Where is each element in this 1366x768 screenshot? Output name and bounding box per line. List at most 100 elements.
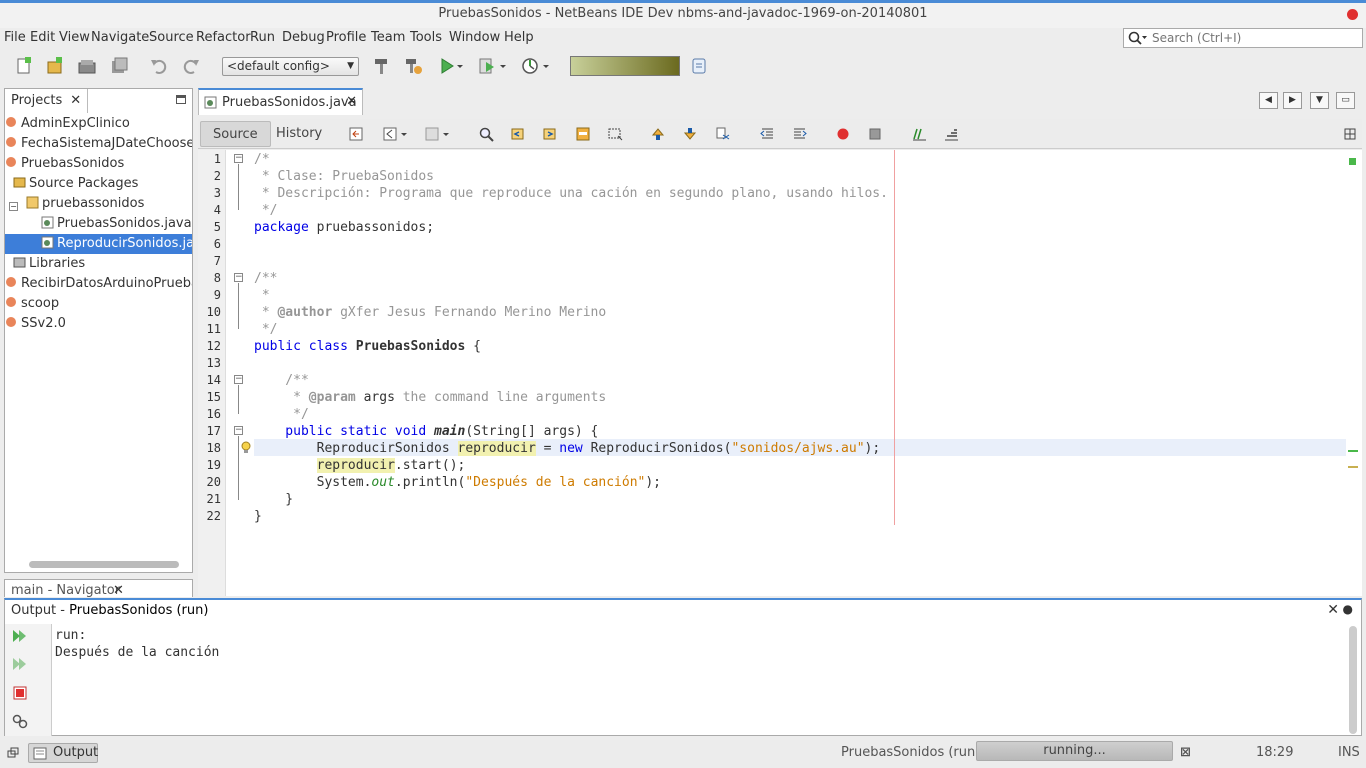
cancel-task-icon[interactable]: ⊠ <box>1180 745 1191 760</box>
close-icon[interactable]: ✕ <box>113 583 124 598</box>
menu-team[interactable]: Team <box>371 30 405 45</box>
shift-left-icon[interactable] <box>759 126 776 142</box>
tree-item-source-packages[interactable]: Source Packages <box>13 174 192 194</box>
close-icon[interactable]: ✕ <box>70 93 81 108</box>
menu-source[interactable]: Source <box>149 30 194 45</box>
toggle-highlight-icon[interactable] <box>575 126 592 142</box>
minimize-panel-button[interactable] <box>176 95 186 104</box>
tree-item-fechasistema[interactable]: FechaSistemaJDateChooser <box>5 134 192 154</box>
config-select[interactable]: <default config> ▼ <box>222 57 359 76</box>
menu-navigate[interactable]: Navigate <box>91 30 149 45</box>
fold-toggle[interactable]: − <box>234 375 243 384</box>
close-window-button[interactable] <box>1347 9 1358 20</box>
last-edit-icon[interactable] <box>348 126 365 142</box>
tree-item-ssv2[interactable]: SSv2.0 <box>5 314 192 334</box>
split-editor-icon[interactable] <box>1342 126 1359 142</box>
restore-window-icon[interactable] <box>7 747 20 759</box>
comment-icon[interactable] <box>911 126 928 142</box>
back-icon[interactable] <box>382 126 399 142</box>
menu-edit[interactable]: Edit <box>30 30 55 45</box>
back-dropdown-icon[interactable] <box>400 126 409 142</box>
projects-tab[interactable]: Projects ✕ <box>5 89 89 113</box>
vertical-scrollbar[interactable] <box>1349 626 1357 734</box>
progress-bar[interactable]: running... <box>976 741 1173 761</box>
redo-icon[interactable] <box>181 56 201 76</box>
horizontal-scrollbar[interactable] <box>29 561 179 568</box>
code-content[interactable]: /* * Clase: PruebaSonidos * Descripción:… <box>254 150 888 524</box>
uncomment-icon[interactable] <box>943 126 960 142</box>
editor-tab-pruebassonidos[interactable]: PruebasSonidos.java ✕ <box>198 88 363 115</box>
fold-toggle[interactable]: − <box>234 426 243 435</box>
tree-item-pruebassonidos[interactable]: PruebasSonidos <box>5 154 192 174</box>
close-icon[interactable]: ✕ <box>346 94 357 109</box>
menu-window[interactable]: Window <box>449 30 500 45</box>
gc-icon[interactable] <box>689 56 709 76</box>
stop-icon[interactable] <box>12 685 28 701</box>
occurrence-marker[interactable] <box>1348 450 1358 452</box>
menu-debug[interactable]: Debug <box>282 30 325 45</box>
running-task-label[interactable]: PruebasSonidos (run) <box>841 745 980 760</box>
search-box[interactable] <box>1123 28 1363 48</box>
new-project-icon[interactable] <box>45 56 65 76</box>
code-editor[interactable]: 1 2 3 4 5 6 7 8 9 10 11 12 13 14 15 16 1… <box>198 150 1362 596</box>
forward-dropdown-icon[interactable] <box>442 126 451 142</box>
rerun-with-settings-icon[interactable] <box>11 656 29 672</box>
tab-history[interactable]: History <box>264 121 334 147</box>
collapse-icon[interactable]: − <box>9 202 18 211</box>
open-project-icon[interactable] <box>77 56 97 76</box>
tree-item-libraries[interactable]: Libraries <box>13 254 192 274</box>
maximize-window-button[interactable]: ▭ <box>1336 92 1355 109</box>
debug-dropdown-icon[interactable] <box>498 56 508 76</box>
close-icon[interactable]: ✕ <box>1327 602 1339 618</box>
fold-toggle[interactable]: − <box>234 154 243 163</box>
undo-icon[interactable] <box>149 56 169 76</box>
profile-icon[interactable] <box>520 56 540 76</box>
error-stripe[interactable] <box>1348 150 1358 596</box>
start-macro-recording-icon[interactable] <box>835 126 852 142</box>
shift-right-icon[interactable] <box>791 126 808 142</box>
scroll-tabs-right-button[interactable]: ▶ <box>1283 92 1302 109</box>
menu-tools[interactable]: Tools <box>410 30 442 45</box>
lightbulb-hint-icon[interactable] <box>241 441 251 455</box>
menu-run[interactable]: Run <box>250 30 275 45</box>
menu-refactor[interactable]: Refactor <box>196 30 251 45</box>
tree-item-pruebassonidos-java[interactable]: PruebasSonidos.java <box>41 214 192 234</box>
toggle-bookmark-icon[interactable] <box>714 126 731 142</box>
memory-indicator[interactable] <box>570 56 680 76</box>
toggle-rectangular-selection-icon[interactable] <box>607 126 624 142</box>
menu-file[interactable]: File <box>4 30 26 45</box>
show-opened-documents-button[interactable]: ▼ <box>1310 92 1329 109</box>
find-icon[interactable] <box>478 126 495 142</box>
menu-view[interactable]: View <box>59 30 90 45</box>
next-bookmark-icon[interactable] <box>682 126 699 142</box>
profile-dropdown-icon[interactable] <box>541 56 551 76</box>
new-file-icon[interactable] <box>14 56 34 76</box>
scroll-tabs-left-button[interactable]: ◀ <box>1259 92 1278 109</box>
tree-item-recibirdatos[interactable]: RecibirDatosArduinoPrueba <box>5 274 192 294</box>
occurrence-marker[interactable] <box>1348 466 1358 468</box>
fold-toggle[interactable]: − <box>234 273 243 282</box>
tree-item-reproducirsonidos-java[interactable]: ReproducirSonidos.java <box>5 234 192 254</box>
search-input[interactable] <box>1152 31 1357 45</box>
rerun-icon[interactable] <box>11 628 29 644</box>
tree-item-adminexpclinico[interactable]: AdminExpClinico <box>5 114 192 134</box>
output-menu-icon[interactable]: ● <box>1343 602 1353 616</box>
run-icon[interactable] <box>437 56 457 76</box>
navigator-tab[interactable]: main - Navigator ✕ <box>4 579 193 598</box>
save-all-icon[interactable] <box>109 56 129 76</box>
settings-icon[interactable] <box>11 713 29 729</box>
clean-build-icon[interactable] <box>403 56 423 76</box>
output-console-text[interactable]: run: Después de la canción <box>55 627 219 661</box>
tree-item-scoop[interactable]: scoop <box>5 294 192 314</box>
debug-icon[interactable] <box>477 56 497 76</box>
find-next-icon[interactable] <box>542 126 559 142</box>
menu-profile[interactable]: Profile <box>326 30 366 45</box>
build-icon[interactable] <box>371 56 391 76</box>
forward-icon[interactable] <box>424 126 441 142</box>
run-dropdown-icon[interactable] <box>455 56 465 76</box>
previous-bookmark-icon[interactable] <box>650 126 667 142</box>
tree-item-package-pruebassonidos[interactable]: − pruebassonidos <box>9 194 192 214</box>
output-window-button[interactable]: Output <box>28 743 98 763</box>
tab-source[interactable]: Source <box>200 121 271 147</box>
menu-help[interactable]: Help <box>504 30 534 45</box>
